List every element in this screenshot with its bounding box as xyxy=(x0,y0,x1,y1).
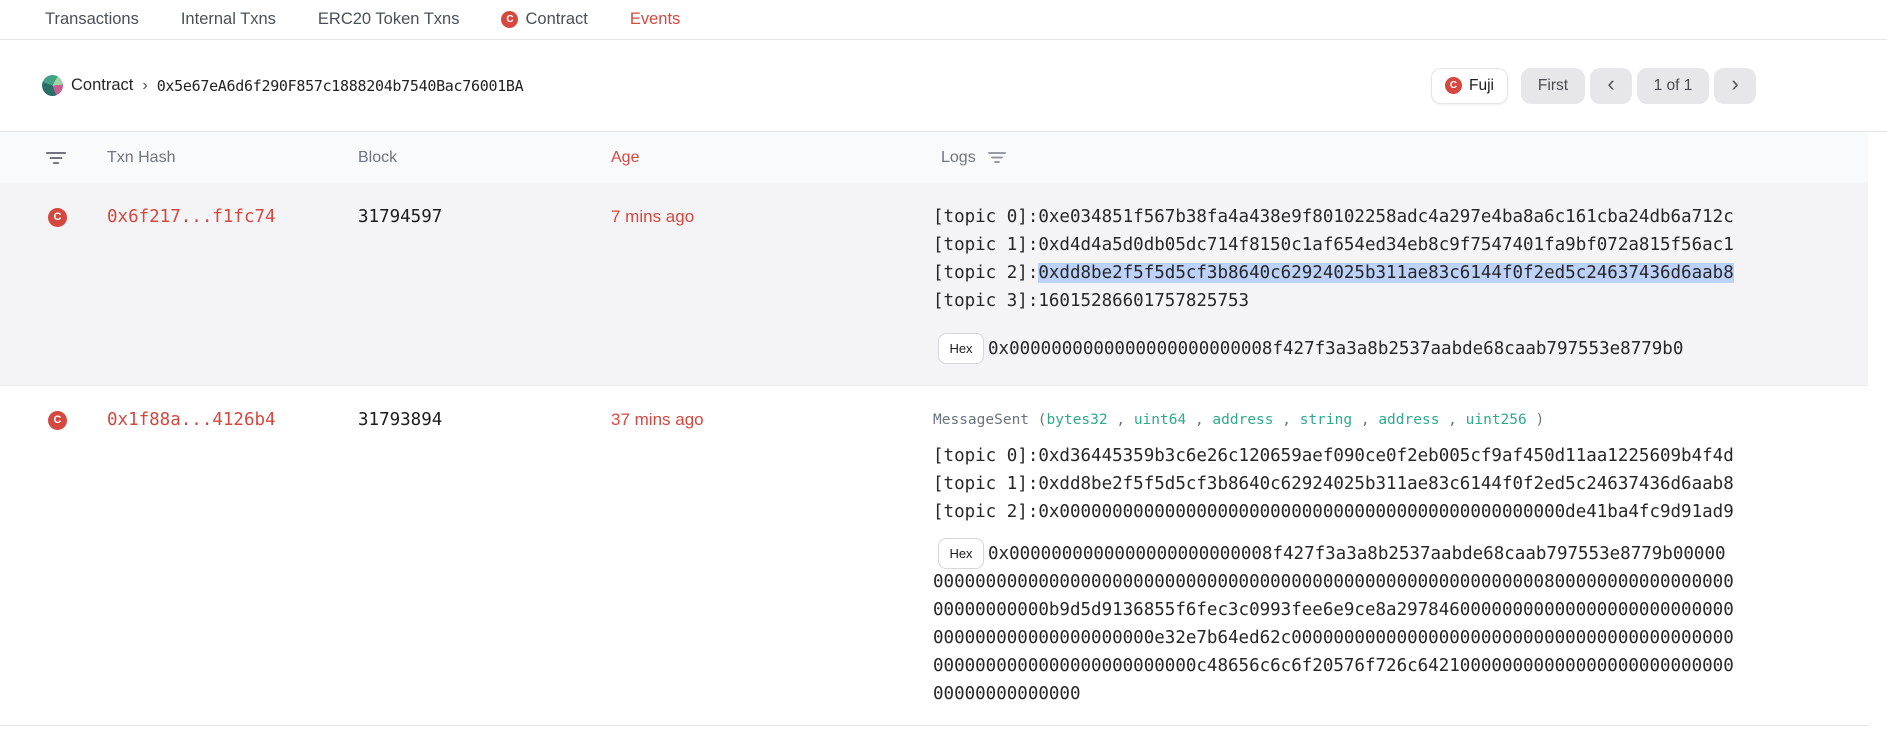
filter-icon[interactable] xyxy=(46,151,66,165)
tab-transactions[interactable]: Transactions xyxy=(45,10,139,29)
log-data-block: Hex 0x0000000000000000000000008f427f3a3a… xyxy=(933,335,1735,363)
param-type[interactable]: address xyxy=(1212,412,1273,428)
punctuation: , xyxy=(1361,412,1370,428)
row-divider xyxy=(0,725,1868,726)
hex-toggle-button[interactable]: Hex xyxy=(938,333,984,364)
pagination-controls: C Fuji First ‹ 1 of 1 › xyxy=(1431,68,1756,104)
network-chip[interactable]: C Fuji xyxy=(1431,68,1508,104)
punctuation: , xyxy=(1282,412,1291,428)
network-chip-label: Fuji xyxy=(1469,77,1494,95)
age-value: 37 mins ago xyxy=(611,406,704,434)
log-topics: [topic 0]:0xe034851f567b38fa4a438e9f8010… xyxy=(933,203,1735,315)
events-table: Txn Hash Block Age Logs C 0x6f217...f1fc… xyxy=(0,132,1868,732)
pagination-first-button[interactable]: First xyxy=(1521,68,1585,104)
param-type[interactable]: bytes32 xyxy=(1047,412,1108,428)
txn-hash-link[interactable]: 0x1f88a...4126b4 xyxy=(107,406,276,434)
log-topic: [topic 3]:16015286601757825753 xyxy=(933,287,1735,315)
topic-value: 0xd4d4a5d0db05dc714f8150c1af654ed34eb8c9… xyxy=(1038,235,1733,255)
log-topic: [topic 1]:0xdd8be2f5f5d5cf3b8640c6292402… xyxy=(933,470,1735,498)
event-row: C 0x6f217...f1fc74 31794597 7 mins ago [… xyxy=(0,183,1868,385)
tab-contract[interactable]: C Contract xyxy=(501,10,587,29)
topic-label: [topic 1]: xyxy=(933,235,1038,255)
network-badge-icon: C xyxy=(1445,77,1462,94)
topic-label: [topic 0]: xyxy=(933,446,1038,466)
tab-bar: Transactions Internal Txns ERC20 Token T… xyxy=(0,0,1887,40)
breadcrumb: Contract › 0x5e67eA6d6f290F857c1888204b7… xyxy=(42,75,523,96)
log-entry: MessageSent (bytes32 , uint64 , address … xyxy=(933,406,1735,708)
topic-value-highlighted: 0xdd8be2f5f5d5cf3b8640c62924025b311ae83c… xyxy=(1038,263,1733,283)
chevron-left-icon[interactable]: ‹ xyxy=(1590,68,1632,104)
tab-events[interactable]: Events xyxy=(630,10,680,29)
breadcrumb-separator-icon: › xyxy=(141,77,148,95)
column-header-block: Block xyxy=(358,149,397,167)
contract-badge-icon: C xyxy=(501,11,518,28)
contract-identicon xyxy=(42,75,63,96)
column-header-txn-hash: Txn Hash xyxy=(107,149,175,167)
punctuation: , xyxy=(1448,412,1457,428)
txn-hash-link[interactable]: 0x6f217...f1fc74 xyxy=(107,203,276,231)
topic-value: 0xe034851f567b38fa4a438e9f80102258adc4a2… xyxy=(1038,207,1733,227)
column-header-logs-label: Logs xyxy=(941,149,976,167)
topic-label: [topic 3]: xyxy=(933,291,1038,311)
param-type[interactable]: uint64 xyxy=(1134,412,1186,428)
contract-address: 0x5e67eA6d6f290F857c1888204b7540Bac76001… xyxy=(157,77,524,95)
tab-contract-label: Contract xyxy=(525,10,587,29)
breadcrumb-root: Contract xyxy=(71,76,133,95)
topic-label: [topic 2]: xyxy=(933,263,1038,283)
block-number: 31794597 xyxy=(358,203,442,231)
log-data-hex: 0x0000000000000000000000008f427f3a3a8b25… xyxy=(933,540,1735,708)
punctuation: ) xyxy=(1535,412,1544,428)
log-entry: [topic 0]:0xe034851f567b38fa4a438e9f8010… xyxy=(933,203,1735,363)
table-header-row: Txn Hash Block Age Logs xyxy=(0,132,1868,183)
hex-toggle-button[interactable]: Hex xyxy=(938,538,984,569)
event-row: C 0x1f88a...4126b4 31793894 37 mins ago … xyxy=(0,385,1868,732)
topic-label: [topic 2]: xyxy=(933,502,1038,522)
topic-label: [topic 0]: xyxy=(933,207,1038,227)
tab-erc20-token-txns[interactable]: ERC20 Token Txns xyxy=(318,10,460,29)
chevron-right-icon[interactable]: › xyxy=(1714,68,1756,104)
log-data-hex: 0x0000000000000000000000008f427f3a3a8b25… xyxy=(933,335,1735,363)
punctuation: , xyxy=(1116,412,1125,428)
block-number: 31793894 xyxy=(358,406,442,434)
event-name: MessageSent xyxy=(933,412,1029,428)
event-signature: MessageSent (bytes32 , uint64 , address … xyxy=(933,406,1735,434)
topic-value: 16015286601757825753 xyxy=(1038,291,1249,311)
column-header-age[interactable]: Age xyxy=(611,149,639,167)
log-topic: [topic 0]:0xe034851f567b38fa4a438e9f8010… xyxy=(933,203,1735,231)
tab-internal-txns[interactable]: Internal Txns xyxy=(181,10,276,29)
log-topic: [topic 1]:0xd4d4a5d0db05dc714f8150c1af65… xyxy=(933,231,1735,259)
pagination-page-indicator: 1 of 1 xyxy=(1637,68,1709,104)
age-value: 7 mins ago xyxy=(611,203,694,231)
param-type[interactable]: address xyxy=(1378,412,1439,428)
topic-value: 0x00000000000000000000000000000000000000… xyxy=(1038,502,1733,522)
contract-header-bar: Contract › 0x5e67eA6d6f290F857c1888204b7… xyxy=(0,40,1887,132)
punctuation: ( xyxy=(1038,412,1047,428)
log-topics: [topic 0]:0xd36445359b3c6e26c120659aef09… xyxy=(933,442,1735,526)
param-type[interactable]: uint256 xyxy=(1466,412,1527,428)
punctuation: , xyxy=(1195,412,1204,428)
topic-label: [topic 1]: xyxy=(933,474,1038,494)
topic-value: 0xdd8be2f5f5d5cf3b8640c62924025b311ae83c… xyxy=(1038,474,1733,494)
log-data-block: Hex 0x0000000000000000000000008f427f3a3a… xyxy=(933,540,1735,708)
column-header-logs: Logs xyxy=(941,149,1006,167)
topic-value: 0xd36445359b3c6e26c120659aef090ce0f2eb00… xyxy=(1038,446,1733,466)
logs-filter-icon[interactable] xyxy=(988,151,1006,164)
log-topic: [topic 2]:0xdd8be2f5f5d5cf3b8640c6292402… xyxy=(933,259,1735,287)
log-topic: [topic 0]:0xd36445359b3c6e26c120659aef09… xyxy=(933,442,1735,470)
log-topic: [topic 2]:0x0000000000000000000000000000… xyxy=(933,498,1735,526)
contract-badge-icon: C xyxy=(48,208,67,227)
param-type[interactable]: string xyxy=(1300,412,1352,428)
contract-badge-icon: C xyxy=(48,411,67,430)
